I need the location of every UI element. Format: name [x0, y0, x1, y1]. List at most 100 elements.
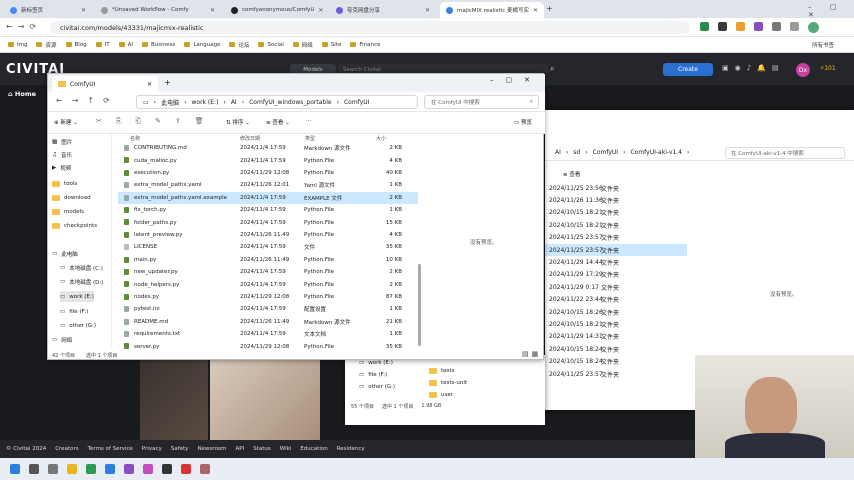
nav-arrows-icon[interactable]: ←→⟳: [6, 22, 41, 31]
task-view-icon[interactable]: [48, 464, 58, 474]
nav-item[interactable]: models: [52, 206, 84, 217]
aki-search-input[interactable]: 在 ComfyUI-aki-v1.4 中搜索: [725, 147, 845, 159]
extension-icons[interactable]: [700, 22, 819, 33]
footer-link[interactable]: Wiki: [280, 446, 292, 452]
file-row[interactable]: requirements.txt 2024/11/4 17:59 文本文档 1 KB: [118, 328, 418, 340]
footer-link[interactable]: Status: [253, 446, 271, 452]
breadcrumb-item[interactable]: 此电脑: [161, 98, 179, 107]
close-tab-icon[interactable]: ✕: [425, 7, 430, 14]
footer-link[interactable]: Safety: [171, 446, 189, 452]
new-button[interactable]: ⊕ 新建 ⌄: [54, 118, 78, 126]
create-button[interactable]: Create: [663, 63, 713, 76]
nav-item[interactable]: tools: [52, 178, 77, 189]
all-bookmarks[interactable]: 所有书签: [812, 41, 834, 49]
footer-link[interactable]: API: [236, 446, 245, 452]
breadcrumb[interactable]: ▭ › 此电脑 › work (E:) › AI › ComfyUI_windows_porta…: [136, 95, 418, 109]
bottom-folder[interactable]: user: [429, 389, 453, 400]
breadcrumb-item[interactable]: sd: [573, 149, 580, 156]
footer-link[interactable]: Privacy: [142, 446, 162, 452]
view-button[interactable]: ≡ 查看 ⌄: [266, 118, 290, 126]
aki-folder-row[interactable]: 2024/10/15 18:21 文件夹: [545, 207, 687, 219]
edit-action-icons[interactable]: ✂⎘⎗✎⇪🗑: [96, 117, 218, 126]
file-row[interactable]: nodes.py 2024/11/29 12:08 Python.File 87 KB: [118, 291, 418, 303]
close-tab-icon[interactable]: ✕: [147, 81, 152, 88]
nav-item[interactable]: ▭ 此电脑: [52, 248, 78, 259]
home-link[interactable]: ⌂ Home: [8, 90, 36, 98]
file-row[interactable]: extra_model_paths.yaml 2024/11/26 12:01 Ya…: [118, 179, 418, 191]
aki-folder-row[interactable]: 2024/11/25 23:57 文件夹: [545, 368, 687, 380]
buzz-count[interactable]: ⚡101: [820, 65, 836, 72]
file-row[interactable]: LICENSE 2024/11/4 17:59 文件 35 KB: [118, 241, 418, 253]
nav-item[interactable]: checkpoints: [52, 220, 97, 231]
search-icon[interactable]: [29, 464, 39, 474]
start-icon[interactable]: [10, 464, 20, 474]
new-tab-button[interactable]: +: [546, 4, 553, 13]
bookmark-item[interactable]: 论坛: [229, 41, 249, 49]
explorer-window-controls[interactable]: –▢✕: [490, 76, 542, 84]
footer-link[interactable]: Creators: [55, 446, 78, 452]
view-toggle-icons[interactable]: ▤▦: [522, 350, 541, 358]
aki-folder-row[interactable]: 2024/11/25 23:57 文件夹: [545, 232, 687, 244]
breadcrumb-item[interactable]: ComfyUI: [593, 149, 618, 156]
breadcrumb-item[interactable]: ComfyUI-aki-v1.4: [630, 149, 682, 156]
nav-item[interactable]: ▭ file (F:): [60, 306, 88, 317]
header-icons[interactable]: ▣◉♪🔔▤: [722, 64, 785, 72]
bookmark-item[interactable]: Site: [321, 42, 341, 48]
nav-item[interactable]: ▭ 本地磁盘 (D:): [60, 276, 103, 287]
browser-tab[interactable]: majicMIX realistic 麦橘写实 ✕: [440, 2, 544, 18]
aki-folder-row[interactable]: 2024/11/25 23:57 文件夹: [545, 244, 687, 257]
browser-tab[interactable]: comfyanonymous/ComfyU ✕: [225, 2, 327, 18]
file-row[interactable]: main.py 2024/11/26 11:49 Python.File 10 KB: [118, 254, 418, 266]
app-icon-4[interactable]: [200, 464, 210, 474]
nav-item[interactable]: download: [52, 192, 91, 203]
file-row[interactable]: new_updater.py 2024/11/4 17:59 Python.File…: [118, 266, 418, 278]
file-row[interactable]: latent_preview.py 2024/11/26 11:49 Python.…: [118, 229, 418, 241]
bookmark-item[interactable]: 网络: [292, 41, 313, 49]
avatar[interactable]: Dx: [796, 63, 810, 77]
nav-item[interactable]: ♫ 音乐: [52, 149, 72, 160]
file-row[interactable]: pytest.ini 2024/11/4 17:59 配置设置 1 KB: [118, 303, 418, 315]
close-tab-icon[interactable]: ✕: [533, 7, 538, 14]
preview-button[interactable]: ▭ 预览: [514, 118, 532, 126]
bookmark-item[interactable]: IT: [95, 42, 110, 48]
file-row[interactable]: extra_model_paths.yaml.example 2024/11/4 …: [118, 191, 418, 204]
bookmark-item[interactable]: 资源: [36, 41, 57, 49]
file-row[interactable]: folder_paths.py 2024/11/4 17:59 Python.Fil…: [118, 216, 418, 228]
aki-folder-row[interactable]: 2024/11/26 11:36 文件夹: [545, 194, 687, 206]
browser-tab[interactable]: 夸克网盘分享 ✕: [330, 2, 436, 18]
breadcrumb-item[interactable]: ComfyUI: [344, 99, 369, 106]
aki-view-button[interactable]: ≡ 查看: [563, 170, 580, 178]
bookmark-item[interactable]: Finance: [350, 42, 380, 48]
aki-folder-row[interactable]: 2024/11/29 14:44 文件夹: [545, 256, 687, 268]
more-button[interactable]: ···: [306, 118, 311, 124]
aki-folder-row[interactable]: 2024/10/15 18:24 文件夹: [545, 343, 687, 355]
model-preview-image[interactable]: [210, 360, 320, 440]
breadcrumb-item[interactable]: ComfyUI_windows_portable: [249, 99, 331, 106]
breadcrumb-item[interactable]: AI: [555, 149, 561, 156]
bookmark-item[interactable]: Social: [258, 42, 284, 48]
bookmark-item[interactable]: Language: [184, 42, 220, 48]
bookmark-item[interactable]: Img: [8, 42, 27, 48]
breadcrumb-item[interactable]: work (E:): [192, 99, 219, 106]
app-icon[interactable]: [124, 464, 134, 474]
close-tab-icon[interactable]: ✕: [81, 7, 86, 14]
nav-item[interactable]: ▩ 图片: [52, 136, 72, 147]
nav-item[interactable]: ▭ work (E:): [60, 291, 94, 302]
close-tab-icon[interactable]: ✕: [210, 7, 215, 14]
terminal-icon[interactable]: [162, 464, 172, 474]
chrome-icon[interactable]: [86, 464, 96, 474]
breadcrumb-item[interactable]: AI: [231, 99, 237, 106]
bookmark-item[interactable]: AI: [118, 42, 133, 48]
aki-folder-row[interactable]: 2024/10/15 18:26 文件夹: [545, 306, 687, 318]
aki-folder-row[interactable]: 2024/10/15 18:21 文件夹: [545, 318, 687, 330]
aki-folder-row[interactable]: 2024/11/29 17:29 文件夹: [545, 269, 687, 281]
footer-link[interactable]: Residency: [337, 446, 365, 452]
file-row[interactable]: CONTRIBUTING.md 2024/11/4 17:59 Markdown 源…: [118, 142, 418, 154]
browser-tab[interactable]: 新标签页 ✕: [4, 2, 92, 18]
bottom-nav-item[interactable]: ▭ file (F:): [359, 369, 387, 380]
file-explorer-icon[interactable]: [67, 464, 77, 474]
footer-link[interactable]: Education: [300, 446, 327, 452]
app-icon-2[interactable]: [143, 464, 153, 474]
bookmark-item[interactable]: Business: [142, 42, 175, 48]
explorer-tab[interactable]: ComfyUI ✕: [52, 76, 158, 92]
